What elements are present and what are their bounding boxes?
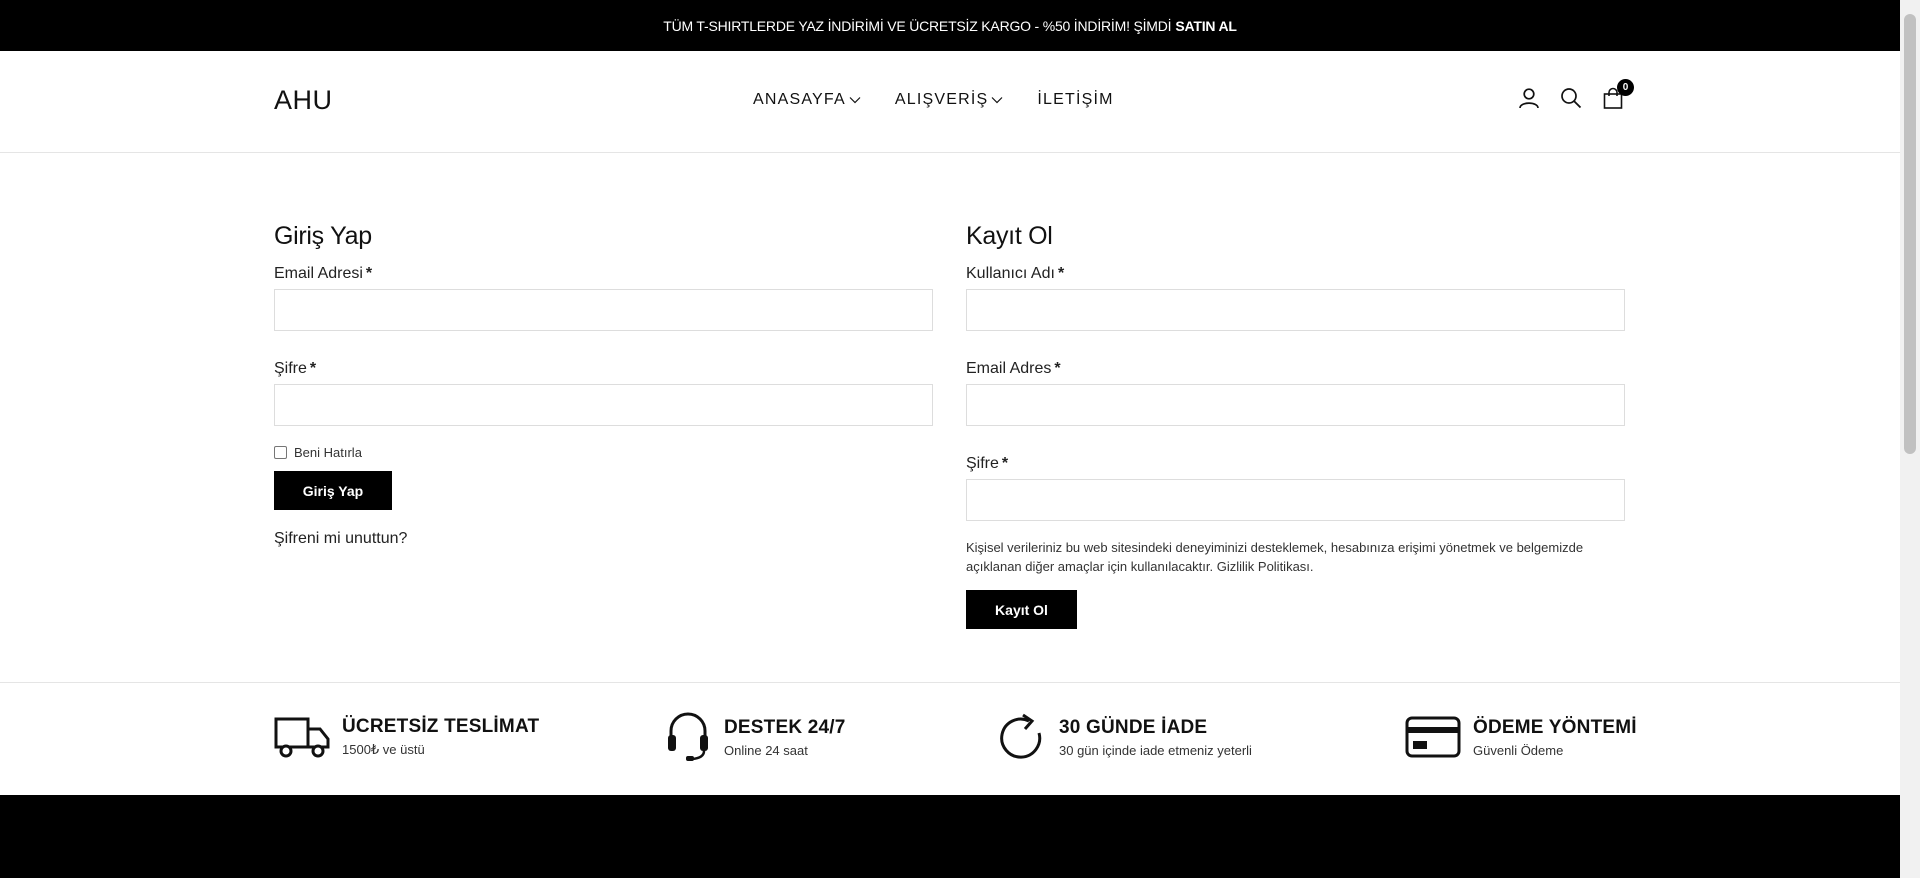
register-username-input[interactable]: [966, 289, 1625, 331]
feature-subtitle: Güvenli Ödeme: [1473, 742, 1564, 758]
register-email-input[interactable]: [966, 384, 1625, 426]
chevron-down-icon: [849, 97, 861, 104]
remember-me-label: Beni Hatırla: [294, 445, 362, 460]
nav-item-anasayfa[interactable]: ANASAYFA: [753, 91, 861, 109]
forgot-password-link[interactable]: Şifreni mi unuttun?: [274, 530, 933, 548]
register-form: Kayıt Ol Kullanıcı Adı * Email Adres * Şif…: [966, 222, 1625, 629]
nav-label: İLETİŞİM: [1037, 91, 1114, 108]
login-password-input[interactable]: [274, 384, 933, 426]
required-mark: *: [1054, 360, 1061, 377]
login-email-label: Email Adresi *: [274, 265, 933, 283]
login-title: Giriş Yap: [274, 222, 372, 250]
register-button[interactable]: Kayıt Ol: [966, 590, 1077, 629]
label-text: Email Adres: [966, 360, 1052, 377]
required-mark: *: [1057, 265, 1065, 282]
headset-icon: [664, 712, 712, 761]
login-email-input[interactable]: [274, 289, 933, 331]
required-mark: *: [1001, 455, 1009, 472]
label-text: Şifre: [274, 360, 307, 377]
register-username-label: Kullanıcı Adı *: [966, 265, 1625, 283]
remember-me[interactable]: Beni Hatırla: [274, 445, 933, 460]
nav-label: ANASAYFA: [753, 91, 846, 108]
register-email-label: Email Adres *: [966, 360, 1625, 378]
header-actions: 0: [1518, 79, 1634, 109]
nav-item-iletisim[interactable]: İLETİŞİM: [1037, 91, 1113, 109]
cart-icon[interactable]: 0: [1602, 79, 1634, 109]
promo-cta-link[interactable]: SATIN AL: [1175, 18, 1237, 34]
remember-me-checkbox[interactable]: [274, 446, 287, 459]
feature-subtitle: 1500₺ ve üstü: [342, 742, 425, 757]
feature-title: 30 GÜNDE İADE: [1059, 716, 1208, 738]
required-mark: *: [365, 265, 373, 282]
feature-free-delivery: ÜCRETSİZ TESLİMAT 1500₺ ve üstü: [274, 713, 539, 761]
credit-card-icon: [1405, 713, 1461, 761]
refresh-icon: [997, 713, 1047, 761]
feature-returns: 30 GÜNDE İADE 30 gün içinde iade etmeniz…: [997, 713, 1252, 761]
feature-support: DESTEK 24/7 Online 24 saat: [664, 712, 846, 761]
feature-payment: ÖDEME YÖNTEMİ Güvenli Ödeme: [1405, 713, 1637, 761]
label-text: Kullanıcı Adı: [966, 265, 1055, 282]
truck-icon: [274, 713, 330, 761]
search-icon[interactable]: [1560, 87, 1582, 109]
chevron-down-icon: [991, 97, 1003, 104]
feature-title: ÖDEME YÖNTEMİ: [1473, 716, 1637, 738]
feature-title: ÜCRETSİZ TESLİMAT: [342, 716, 540, 737]
main-nav: ANASAYFA ALIŞVERİŞ İLETİŞİM: [753, 91, 1114, 109]
promo-text: TÜM T-SHIRTLERDE YAZ İNDİRİMİ VE ÜCRETSİ…: [663, 17, 1172, 34]
privacy-notice: Kişisel verileriniz bu web sitesindeki d…: [966, 540, 1584, 574]
promo-bar: TÜM T-SHIRTLERDE YAZ İNDİRİMİ VE ÜCRETSİ…: [0, 0, 1900, 51]
feature-subtitle: 30 gün içinde iade etmeniz yeterli: [1059, 742, 1252, 758]
label-text: Şifre: [966, 455, 999, 472]
nav-label: ALIŞVERİŞ: [894, 91, 989, 108]
register-password-input[interactable]: [966, 479, 1625, 521]
register-password-label: Şifre *: [966, 455, 1625, 473]
required-mark: *: [309, 360, 317, 377]
site-header: AHU ANASAYFA ALIŞVERİŞ İLETİŞİM 0: [0, 51, 1900, 153]
feature-title: DESTEK 24/7: [724, 716, 846, 738]
scrollbar-thumb[interactable]: [1904, 14, 1916, 454]
site-logo[interactable]: AHU: [274, 85, 333, 116]
page-scrollbar[interactable]: [1900, 0, 1920, 878]
user-icon[interactable]: [1518, 87, 1540, 109]
footer: [0, 795, 1900, 878]
features-strip: ÜCRETSİZ TESLİMAT 1500₺ ve üstü DESTEK 2…: [0, 682, 1900, 795]
register-title: Kayıt Ol: [966, 222, 1053, 250]
login-password-label: Şifre *: [274, 360, 933, 378]
login-button[interactable]: Giriş Yap: [274, 471, 392, 510]
nav-item-alisveris[interactable]: ALIŞVERİŞ: [895, 91, 1004, 109]
feature-subtitle: Online 24 saat: [724, 742, 808, 758]
label-text: Email Adresi: [274, 265, 363, 282]
login-form: Giriş Yap Email Adresi * Şifre * Beni Hatı…: [274, 222, 933, 548]
cart-count-badge: 0: [1617, 79, 1634, 96]
